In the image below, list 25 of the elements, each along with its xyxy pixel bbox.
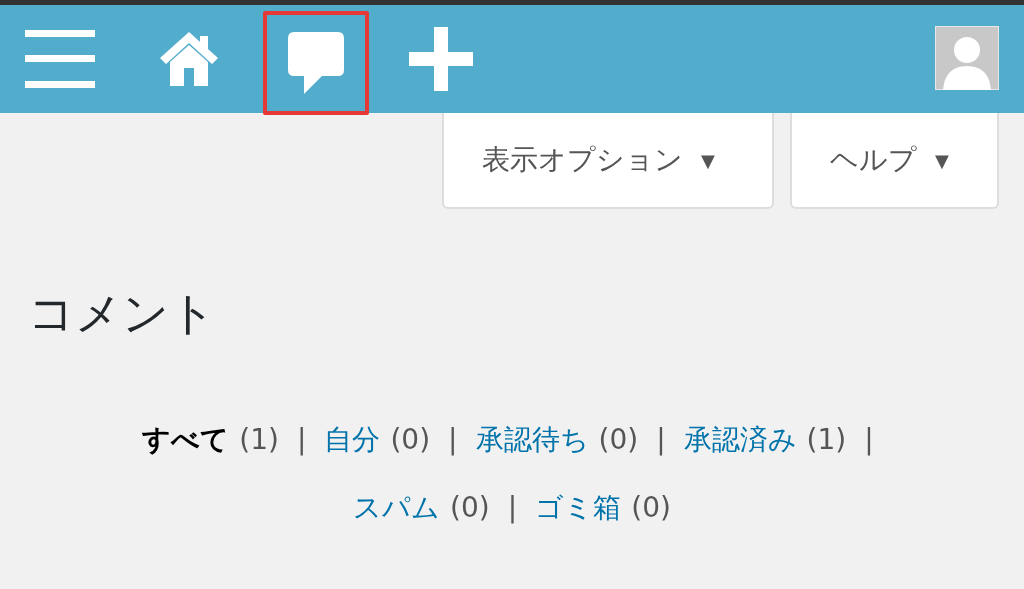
filter-link[interactable]: 承認待ち (475, 421, 589, 459)
separator: | (448, 423, 458, 456)
separator: | (296, 423, 307, 456)
filter-count: (1) (239, 423, 279, 456)
speech-bubble-icon[interactable] (288, 32, 344, 94)
filter-count: (0) (631, 491, 671, 524)
filter-link[interactable]: 自分 (324, 421, 381, 459)
plus-icon[interactable] (409, 27, 473, 91)
filter-link[interactable]: スパム (353, 489, 441, 527)
dropdown-button[interactable]: ヘルプ ▼ (790, 113, 999, 209)
dropdown-button[interactable]: 表示オプション ▼ (442, 113, 774, 209)
filter-count: (0) (598, 423, 639, 456)
filter-link[interactable]: ゴミ箱 (535, 489, 622, 527)
filter-link[interactable]: 承認済み (683, 421, 797, 459)
menu-icon[interactable] (25, 30, 95, 88)
page-title: コメント (28, 285, 217, 341)
separator: | (656, 423, 666, 456)
avatar-icon[interactable] (935, 26, 999, 90)
separator: | (864, 423, 874, 456)
filter-count: (0) (390, 423, 431, 456)
filter-label: すべて (142, 422, 230, 458)
separator: | (507, 491, 518, 524)
home-icon[interactable] (160, 32, 218, 86)
filter-count: (1) (806, 423, 847, 456)
filter-count: (0) (450, 491, 490, 524)
